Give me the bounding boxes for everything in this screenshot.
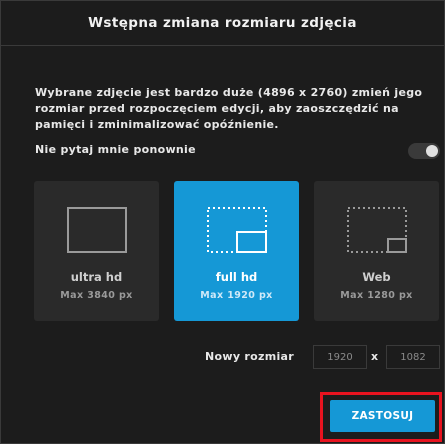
dialog-title: Wstępna zmiana rozmiaru zdjęcia xyxy=(1,1,444,46)
full-frame-icon xyxy=(34,207,159,257)
apply-button[interactable]: ZASTOSUJ xyxy=(330,400,435,432)
preset-full-hd[interactable]: full hd Max 1920 px xyxy=(174,181,299,321)
preset-name: full hd xyxy=(215,270,258,284)
preset-web[interactable]: Web Max 1280 px xyxy=(314,181,439,321)
new-size-row: Nowy rozmiar 1920 x 1082 xyxy=(1,345,445,371)
dont-ask-toggle[interactable] xyxy=(408,143,440,159)
preset-max: Max 3840 px xyxy=(60,290,133,301)
preset-max: Max 1920 px xyxy=(200,290,273,301)
dotted-frame-large-icon xyxy=(174,207,299,257)
dotted-frame-small-icon xyxy=(314,207,439,257)
toggle-knob xyxy=(426,145,438,157)
dont-ask-label: Nie pytaj mnie ponownie xyxy=(35,143,196,156)
preset-name: ultra hd xyxy=(70,270,123,284)
height-input[interactable]: 1082 xyxy=(386,345,440,369)
dialog-message: Wybrane zdjęcie jest bardzo duże (4896 x… xyxy=(35,86,423,131)
preset-ultra-hd[interactable]: ultra hd Max 3840 px xyxy=(34,181,159,321)
width-input[interactable]: 1920 xyxy=(313,345,367,369)
dont-ask-row: Nie pytaj mnie ponownie xyxy=(35,141,440,161)
new-size-label: Nowy rozmiar xyxy=(205,350,294,363)
preset-name: Web xyxy=(362,270,391,284)
size-separator: x xyxy=(371,350,379,363)
preset-max: Max 1280 px xyxy=(340,290,413,301)
resize-dialog: Wstępna zmiana rozmiaru zdjęcia Wybrane … xyxy=(0,0,445,444)
